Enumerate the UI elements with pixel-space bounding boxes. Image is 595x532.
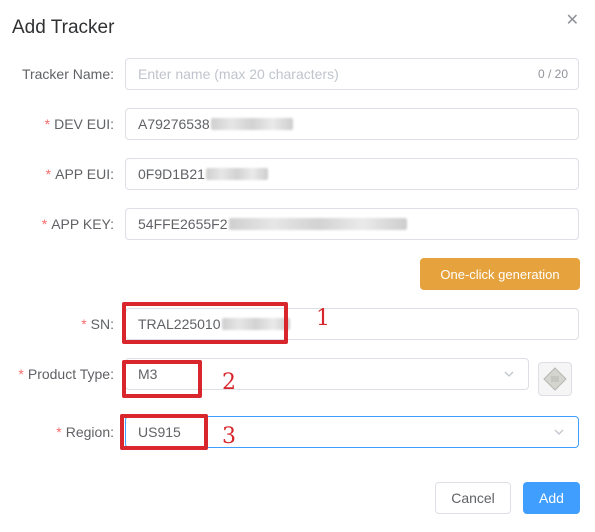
app-eui-value: 0F9D1B21 <box>138 166 205 182</box>
chevron-down-icon <box>554 429 564 435</box>
annotation-box-product-type <box>122 360 202 398</box>
dev-eui-label: * DEV EUI: <box>44 116 114 132</box>
product-type-label: * Product Type: <box>18 366 114 382</box>
dev-eui-value: A79276538 <box>138 116 210 132</box>
app-eui-input[interactable]: 0F9D1B21 <box>125 158 579 190</box>
app-key-input[interactable]: 54FFE2655F2 <box>125 208 579 240</box>
redacted-blur <box>210 118 293 130</box>
chevron-down-icon <box>504 371 514 377</box>
redacted-blur <box>205 168 268 180</box>
app-key-value: 54FFE2655F2 <box>138 216 228 232</box>
dialog-title: Add Tracker <box>12 17 115 38</box>
tracker-name-label: Tracker Name: <box>21 66 114 82</box>
dev-eui-input[interactable]: A79276538 <box>125 108 579 140</box>
tracker-device-icon <box>538 362 572 396</box>
char-count: 0 / 20 <box>537 67 568 81</box>
tracker-name-input[interactable]: Enter name (max 20 characters) 0 / 20 <box>125 58 579 90</box>
cancel-button[interactable]: Cancel <box>435 482 511 514</box>
add-tracker-dialog: Add Tracker ✕ Tracker Name: Enter name (… <box>0 0 595 532</box>
one-click-generation-button[interactable]: One-click generation <box>420 258 580 290</box>
redacted-blur <box>228 218 407 230</box>
annotation-box-sn <box>122 302 288 344</box>
annotation-number-2: 2 <box>222 370 236 395</box>
add-button[interactable]: Add <box>523 482 580 514</box>
sn-label: * SN: <box>81 316 114 332</box>
app-eui-label: * APP EUI: <box>45 166 114 182</box>
annotation-number-1: 1 <box>316 306 330 331</box>
app-key-label: * APP KEY: <box>41 216 114 232</box>
tracker-name-placeholder: Enter name (max 20 characters) <box>138 66 339 82</box>
region-label: * Region: <box>56 424 114 440</box>
annotation-box-region <box>120 414 208 450</box>
annotation-number-3: 3 <box>222 424 236 449</box>
close-icon[interactable]: ✕ <box>566 13 579 29</box>
